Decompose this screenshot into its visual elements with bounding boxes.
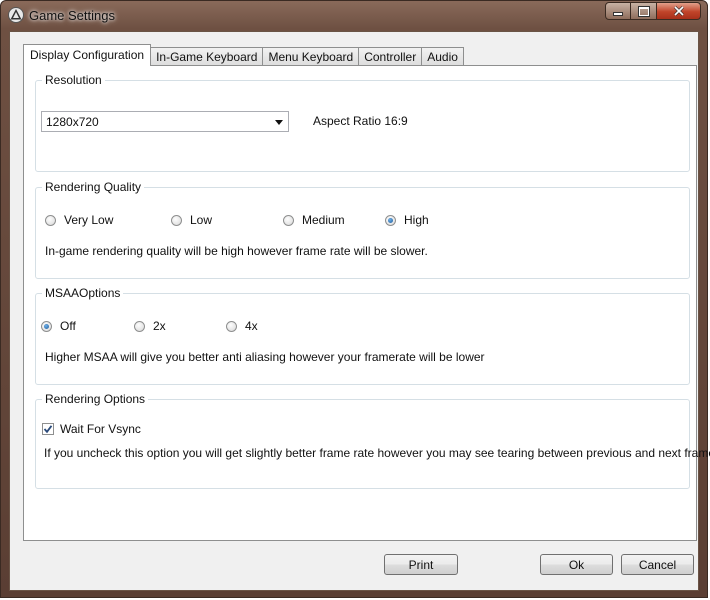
- tab-menu-keyboard[interactable]: Menu Keyboard: [262, 47, 360, 66]
- radio-button-icon: [171, 214, 182, 226]
- tab-audio[interactable]: Audio: [421, 47, 464, 66]
- radio-button-checked-icon: [385, 214, 396, 226]
- ok-button[interactable]: Ok: [540, 554, 613, 575]
- close-icon: [673, 6, 684, 16]
- app-logo-icon: [8, 7, 24, 23]
- game-settings-window: Game Settings Display Configuration In-G…: [0, 0, 710, 598]
- checkbox-checked-icon: [42, 423, 54, 435]
- rendering-quality-group: Rendering Quality Very Low Low Medium Hi…: [35, 180, 690, 279]
- radio-button-icon: [226, 320, 237, 332]
- chevron-down-icon: [275, 120, 283, 125]
- quality-option-label: High: [404, 213, 429, 227]
- rendering-quality-group-label: Rendering Quality: [42, 180, 145, 194]
- tab-strip: Display Configuration In-Game Keyboard M…: [23, 44, 464, 66]
- resolution-dropdown[interactable]: 1280x720: [41, 111, 289, 132]
- quality-option-label: Low: [190, 213, 213, 227]
- minimize-button[interactable]: [605, 2, 631, 20]
- radio-button-icon: [45, 214, 56, 226]
- rendering-options-group-label: Rendering Options: [42, 392, 149, 406]
- quality-radio-low[interactable]: Low: [171, 213, 212, 227]
- rendering-options-description: If you uncheck this option you will get …: [44, 446, 710, 460]
- quality-radio-medium[interactable]: Medium: [283, 213, 345, 227]
- msaa-option-label: Off: [60, 319, 76, 333]
- msaa-group-label: MSAAOptions: [42, 286, 124, 300]
- aspect-ratio-label: Aspect Ratio 16:9: [313, 114, 408, 128]
- tab-display-configuration[interactable]: Display Configuration: [23, 44, 152, 66]
- resolution-group: Resolution 1280x720 Aspect Ratio 16:9: [35, 73, 690, 172]
- vsync-label: Wait For Vsync: [60, 422, 141, 436]
- display-configuration-panel: Resolution 1280x720 Aspect Ratio 16:9 Re…: [23, 65, 710, 541]
- wait-for-vsync-checkbox[interactable]: Wait For Vsync: [42, 422, 141, 436]
- radio-button-checked-icon: [41, 320, 52, 332]
- quality-option-label: Very Low: [64, 213, 114, 227]
- quality-option-label: Medium: [302, 213, 345, 227]
- radio-button-icon: [134, 320, 145, 332]
- resolution-group-label: Resolution: [42, 73, 105, 87]
- close-button[interactable]: [657, 2, 701, 20]
- msaa-option-label: 2x: [153, 319, 166, 333]
- tab-controller[interactable]: Controller: [358, 47, 423, 66]
- cancel-button[interactable]: Cancel: [621, 554, 694, 575]
- rendering-quality-description: In-game rendering quality will be high h…: [45, 244, 428, 258]
- minimize-icon: [613, 12, 623, 16]
- window-title: Game Settings: [29, 8, 115, 23]
- title-bar[interactable]: Game Settings: [1, 1, 709, 29]
- resolution-selected-value: 1280x720: [46, 115, 99, 129]
- radio-button-icon: [283, 214, 294, 226]
- msaa-option-label: 4x: [245, 319, 258, 333]
- maximize-button[interactable]: [631, 2, 657, 20]
- msaa-description: Higher MSAA will give you better anti al…: [45, 350, 485, 364]
- dialog-client-area: Display Configuration In-Game Keyboard M…: [9, 31, 710, 591]
- quality-radio-very-low[interactable]: Very Low: [45, 213, 113, 227]
- quality-radio-high[interactable]: High: [385, 213, 429, 227]
- rendering-options-group: Rendering Options Wait For Vsync If you …: [35, 392, 710, 489]
- msaa-options-group: MSAAOptions Off 2x 4x Higher MSAA will g…: [35, 286, 690, 385]
- msaa-radio-4x[interactable]: 4x: [226, 319, 258, 333]
- maximize-icon: [637, 5, 650, 17]
- tab-in-game-keyboard[interactable]: In-Game Keyboard: [150, 47, 264, 66]
- print-button[interactable]: Print: [384, 554, 458, 575]
- msaa-radio-off[interactable]: Off: [41, 319, 76, 333]
- msaa-radio-2x[interactable]: 2x: [134, 319, 166, 333]
